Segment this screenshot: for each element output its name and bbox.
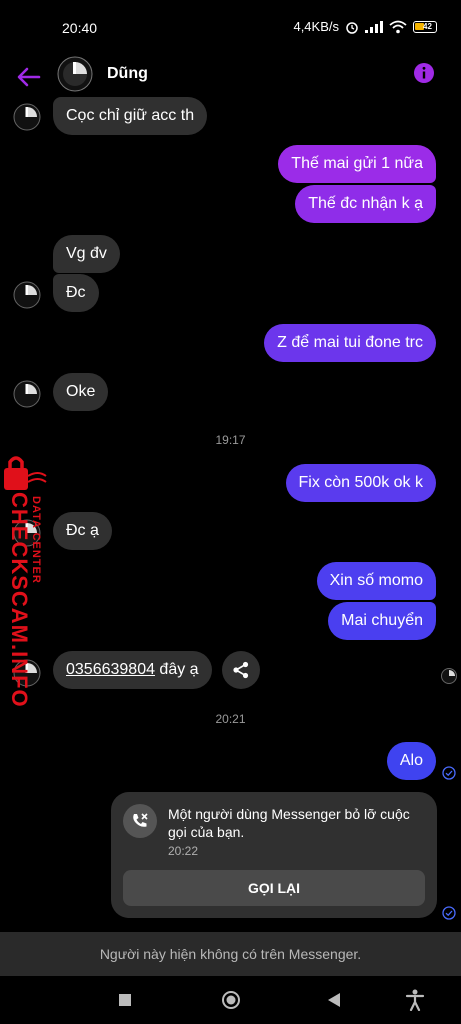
phone-number-link[interactable]: 0356639804 (66, 661, 155, 679)
back-nav-button[interactable] (322, 988, 346, 1012)
timestamp: 20:21 (215, 712, 246, 726)
wifi-icon (389, 20, 407, 33)
lock-icon (4, 456, 47, 490)
missed-call-message: Một người dùng Messenger bỏ lỡ cuộc gọi … (168, 806, 410, 840)
missed-call-card: Một người dùng Messenger bỏ lỡ cuộc gọi … (111, 792, 437, 918)
share-icon (233, 661, 249, 679)
circle-icon (222, 991, 240, 1009)
message-incoming[interactable]: Vg đv (53, 235, 120, 273)
battery-icon: 42 (413, 20, 437, 33)
check-circle-icon (442, 906, 456, 920)
contact-name[interactable]: Dũng (107, 65, 148, 83)
contact-avatar-small[interactable] (13, 103, 41, 131)
message-outgoing[interactable]: Alo (386, 742, 436, 780)
alarm-icon (346, 21, 358, 34)
timestamp: 19:17 (215, 433, 246, 447)
triangle-back-icon (328, 993, 340, 1007)
square-icon (119, 994, 131, 1006)
message-incoming[interactable]: Đc ạ (53, 512, 112, 550)
message-outgoing[interactable]: Xin số momo (316, 562, 436, 600)
watermark-brand: CHECKSCAM.INFO (7, 492, 32, 708)
seen-avatar (441, 668, 457, 684)
contact-avatar[interactable] (57, 56, 93, 92)
chat-header: Dũng (0, 56, 461, 96)
message-outgoing[interactable]: Mai chuyển (328, 602, 436, 640)
share-button[interactable] (222, 651, 260, 689)
status-indicators: 4,4KB/s 42 (293, 19, 437, 34)
missed-call-time: 20:22 (168, 844, 199, 858)
accessibility-button[interactable] (403, 988, 427, 1012)
message-incoming[interactable]: Oke (53, 373, 109, 411)
call-back-button[interactable]: GỌI LẠI (123, 870, 425, 906)
missed-call-icon (123, 804, 157, 838)
message-outgoing[interactable]: Thế mai gửi 1 nữa (278, 145, 436, 183)
message-incoming-phone[interactable]: 0356639804 đây ạ (53, 651, 212, 689)
watermark-subtitle: DATA CENTER (30, 496, 42, 584)
arrow-left-icon[interactable] (14, 62, 44, 92)
message-text: đây ạ (154, 661, 199, 678)
message-outgoing[interactable]: Fix còn 500k ok k (285, 464, 436, 502)
check-circle-icon (442, 766, 456, 780)
network-speed: 4,4KB/s (293, 19, 339, 34)
message-outgoing[interactable]: Z để mai tui đone trc (264, 324, 436, 362)
checkscam-watermark: CHECKSCAM.INFO DATA CENTER (0, 452, 56, 708)
info-icon[interactable] (413, 62, 435, 84)
message-incoming[interactable]: Cọc chỉ giữ acc th (53, 97, 208, 135)
android-nav-bar (0, 976, 461, 1024)
accessibility-icon (405, 989, 425, 1011)
recents-button[interactable] (113, 988, 137, 1012)
unavailable-notice: Người này hiện không có trên Messenger. (0, 932, 461, 976)
battery-level: 42 (423, 22, 432, 31)
status-bar: 20:40 4,4KB/s 42 (0, 0, 461, 56)
status-time: 20:40 (62, 20, 98, 36)
contact-avatar-small[interactable] (13, 281, 41, 309)
home-button[interactable] (219, 988, 243, 1012)
message-incoming[interactable]: Đc (53, 274, 99, 312)
contact-avatar-small[interactable] (13, 380, 41, 408)
signal-icon (365, 20, 383, 33)
message-outgoing[interactable]: Thế đc nhận k ạ (295, 185, 436, 223)
